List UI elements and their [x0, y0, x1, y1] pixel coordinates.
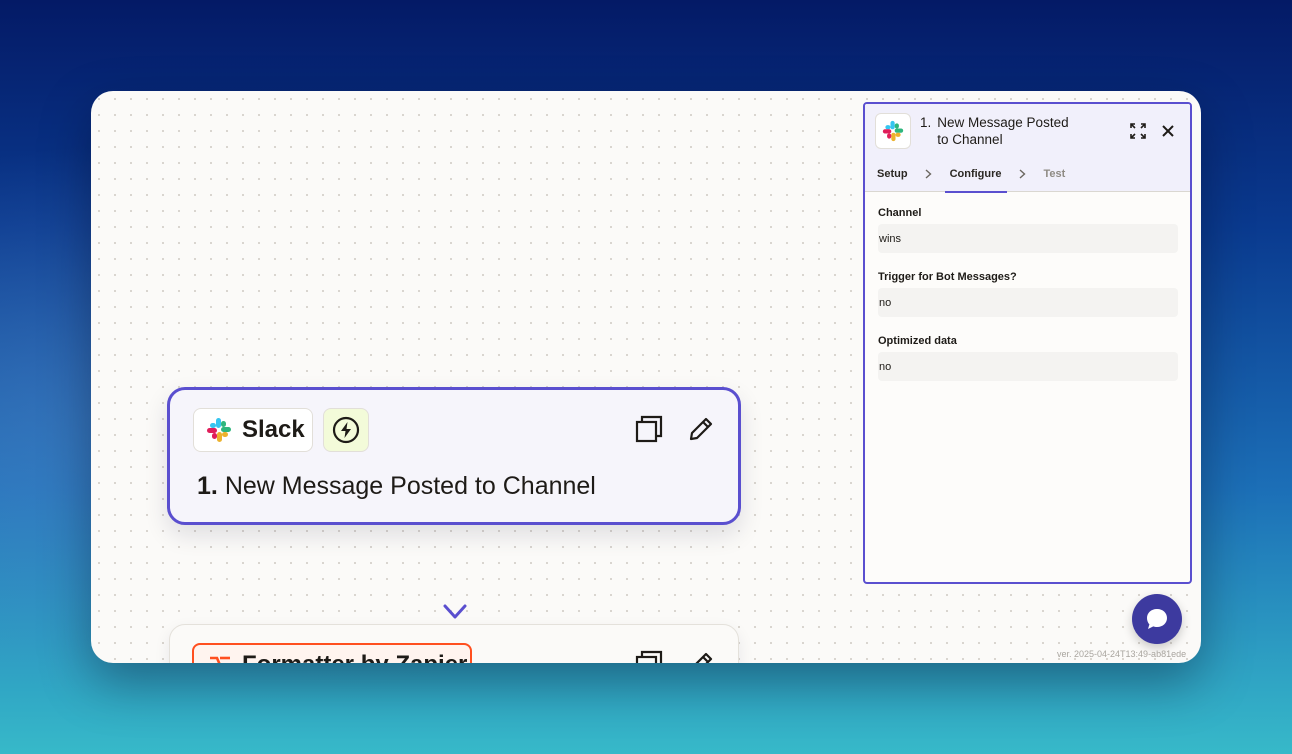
zap-editor-canvas[interactable]: Slack 1. New Message Posted to Channel 1…	[91, 91, 1201, 663]
chevron-right-icon	[1018, 157, 1028, 192]
edit-pencil-icon[interactable]	[686, 414, 716, 444]
field-value[interactable]: no	[878, 288, 1178, 317]
step-card-actions	[634, 414, 716, 444]
panel-step-number: 1.	[920, 114, 932, 130]
chevron-right-icon	[924, 157, 934, 192]
expand-icon[interactable]	[1128, 121, 1148, 141]
field-value[interactable]: no	[878, 352, 1178, 381]
field-optimized-data: Optimized data no	[878, 335, 1178, 381]
trigger-badge	[323, 408, 369, 452]
panel-tabs: Setup Configure Test	[865, 157, 1190, 193]
app-chip-formatter[interactable]: Formatter by Zapier	[192, 643, 472, 663]
app-chip-slack[interactable]: Slack	[193, 408, 313, 452]
formatter-logo-icon	[210, 656, 230, 663]
app-name: Slack	[242, 416, 305, 443]
version-label: ver. 2025-04-24T13:49-ab81ede	[1057, 649, 1187, 659]
chat-bubble-icon	[1147, 609, 1167, 629]
step-card-formatter[interactable]: Formatter by Zapier	[169, 624, 739, 663]
step-card-slack[interactable]: Slack 1. New Message Posted to Channel	[167, 387, 741, 525]
field-label: Trigger for Bot Messages?	[878, 271, 1017, 283]
field-value[interactable]: wins	[878, 224, 1178, 253]
tab-test[interactable]: Test	[1042, 157, 1068, 192]
step-number: 1.	[197, 472, 218, 500]
panel-app-icon	[875, 112, 911, 149]
field-trigger-bot-messages: Trigger for Bot Messages? no	[878, 271, 1178, 317]
step-details-panel: 1. New Message Posted to Channel Setup C…	[863, 102, 1192, 584]
close-icon[interactable]	[1158, 121, 1178, 141]
slack-logo-icon	[207, 418, 231, 442]
slack-logo-icon	[882, 120, 904, 141]
step-card-actions	[634, 649, 716, 663]
tab-configure[interactable]: Configure	[944, 157, 1007, 193]
duplicate-icon[interactable]	[634, 649, 664, 663]
field-channel: Channel wins	[878, 207, 1178, 253]
connector-arrow	[443, 528, 467, 619]
duplicate-icon[interactable]	[634, 414, 664, 444]
step-title: 1. New Message Posted to Channel	[197, 472, 596, 501]
field-label: Optimized data	[878, 335, 957, 347]
panel-header: 1. New Message Posted to Channel	[865, 104, 1190, 157]
panel-title-text: New Message Posted to Channel	[937, 114, 1069, 147]
tab-setup[interactable]: Setup	[875, 157, 910, 192]
edit-pencil-icon[interactable]	[686, 649, 716, 663]
panel-title: 1. New Message Posted to Channel	[920, 114, 1080, 148]
app-name: Formatter by Zapier	[242, 651, 467, 663]
chat-support-button[interactable]	[1132, 594, 1182, 644]
field-label: Channel	[878, 207, 922, 219]
step-title-text: New Message Posted to Channel	[224, 472, 596, 500]
lightning-bolt-icon	[332, 416, 360, 444]
panel-body: Channel wins Trigger for Bot Messages? n…	[865, 192, 1190, 381]
